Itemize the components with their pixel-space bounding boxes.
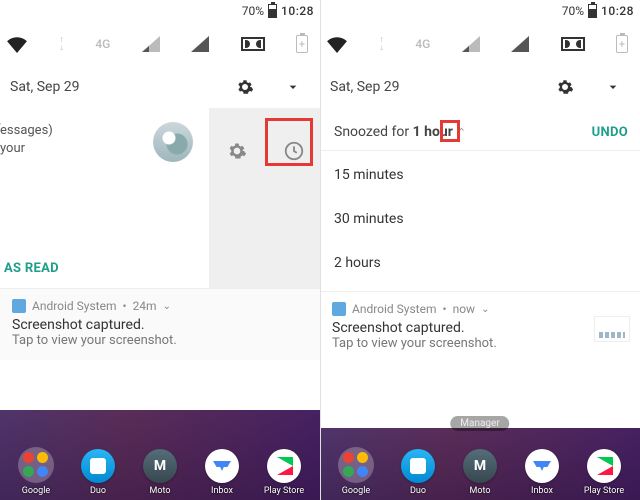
- notification-with-rail: essages) your ⌄ AS READ: [0, 108, 320, 288]
- inbox-app[interactable]: Inbox: [512, 449, 572, 496]
- wifi-icon[interactable]: [6, 35, 28, 53]
- chevron-down-icon[interactable]: ⌄: [163, 301, 171, 312]
- snooze-option[interactable]: 15 minutes: [320, 153, 640, 197]
- date-label: Sat, Sep 29: [330, 79, 400, 95]
- android-system-icon: [332, 302, 346, 316]
- notification-settings-icon[interactable]: [222, 136, 252, 166]
- settings-gear-icon[interactable]: [230, 72, 260, 102]
- snooze-duration: 1 hour: [413, 124, 453, 140]
- signal-weak-icon: [462, 36, 480, 52]
- dolby-icon[interactable]: [241, 37, 265, 51]
- screenshot-thumbnail[interactable]: [594, 316, 630, 342]
- signal-strong-icon: [191, 36, 209, 52]
- battery-icon: [588, 4, 597, 18]
- chevron-down-icon[interactable]: ⌄: [481, 304, 489, 315]
- message-notification[interactable]: essages) your ⌄ AS READ: [0, 108, 210, 288]
- status-bar: 70% 10:28: [0, 0, 320, 22]
- inbox-app[interactable]: Inbox: [192, 449, 252, 496]
- snooze-rail: [210, 108, 320, 288]
- snooze-options: 15 minutes 30 minutes 2 hours: [320, 151, 640, 291]
- battery-saver-icon[interactable]: +: [296, 35, 308, 53]
- settings-gear-icon[interactable]: [550, 72, 580, 102]
- duo-app[interactable]: Duo: [388, 449, 448, 496]
- battery-icon: [268, 4, 277, 18]
- notif-line1: essages): [0, 122, 53, 140]
- system-age: 24m: [133, 299, 157, 313]
- snooze-clock-icon[interactable]: [279, 136, 309, 166]
- quick-settings-row: ↑↓ 4G +: [320, 22, 640, 66]
- clock: 10:28: [601, 4, 634, 18]
- collapse-chevron-icon[interactable]: ⌄: [0, 116, 3, 129]
- android-system-icon: [12, 299, 26, 313]
- snooze-option[interactable]: 2 hours: [320, 241, 640, 285]
- system-age: now: [453, 302, 476, 316]
- system-notification[interactable]: Android System • 24m ⌄ Screenshot captur…: [0, 288, 320, 360]
- battery-saver-icon[interactable]: +: [616, 35, 628, 53]
- battery-percent: 70%: [562, 4, 584, 18]
- system-title: Screenshot captured.: [332, 320, 628, 336]
- chevron-up-icon[interactable]: ⌃: [457, 126, 466, 139]
- network-type: 4G: [415, 37, 430, 51]
- dolby-icon[interactable]: [561, 37, 585, 51]
- home-dock: Manager Google Duo Moto Inbox Play Store: [320, 428, 640, 500]
- clock: 10:28: [281, 4, 314, 18]
- manager-pill: Manager: [450, 416, 509, 431]
- wifi-icon[interactable]: [326, 35, 348, 53]
- play-store-app[interactable]: Play Store: [254, 449, 314, 496]
- snooze-option[interactable]: 30 minutes: [320, 197, 640, 241]
- play-store-app[interactable]: Play Store: [574, 449, 634, 496]
- date-row: Sat, Sep 29: [320, 66, 640, 108]
- signal-strong-icon: [511, 36, 529, 52]
- network-type: 4G: [95, 37, 110, 51]
- sender-avatar: [153, 122, 193, 162]
- data-arrows-icon: ↑↓: [59, 36, 64, 52]
- duo-app[interactable]: Duo: [68, 449, 128, 496]
- snooze-bar: Snoozed for 1 hour ⌃ UNDO: [320, 108, 640, 150]
- undo-button[interactable]: UNDO: [592, 125, 628, 140]
- battery-percent: 70%: [242, 4, 264, 18]
- moto-app[interactable]: Moto: [130, 449, 190, 496]
- moto-app[interactable]: Moto: [450, 449, 510, 496]
- data-arrows-icon: ↑↓: [379, 36, 384, 52]
- status-bar: 70% 10:28: [320, 0, 640, 22]
- date-row: Sat, Sep 29: [0, 66, 320, 108]
- right-screenshot: 70% 10:28 ↑↓ 4G + Sat, Sep 29: [320, 0, 640, 500]
- system-body: Tap to view your screenshot.: [12, 333, 308, 348]
- snooze-prefix: Snoozed for: [334, 124, 413, 140]
- system-body: Tap to view your screenshot.: [332, 336, 628, 351]
- system-app-name: Android System: [32, 299, 117, 313]
- quick-settings-row: ↑↓ 4G +: [0, 22, 320, 66]
- expand-chevron-icon[interactable]: [278, 72, 308, 102]
- home-dock: Google Duo Moto Inbox Play Store: [0, 410, 320, 500]
- system-notification[interactable]: Android System • now ⌄ Screenshot captur…: [320, 291, 640, 361]
- left-screenshot: 70% 10:28 ↑↓ 4G + Sat, Sep 29: [0, 0, 320, 500]
- google-folder[interactable]: Google: [326, 447, 386, 496]
- google-folder[interactable]: Google: [6, 447, 66, 496]
- system-app-name: Android System: [352, 302, 437, 316]
- signal-weak-icon: [142, 36, 160, 52]
- expand-chevron-icon[interactable]: [598, 72, 628, 102]
- system-title: Screenshot captured.: [12, 317, 308, 333]
- notif-line2: your: [0, 140, 53, 158]
- date-label: Sat, Sep 29: [10, 79, 80, 95]
- mark-as-read-button[interactable]: AS READ: [0, 245, 199, 288]
